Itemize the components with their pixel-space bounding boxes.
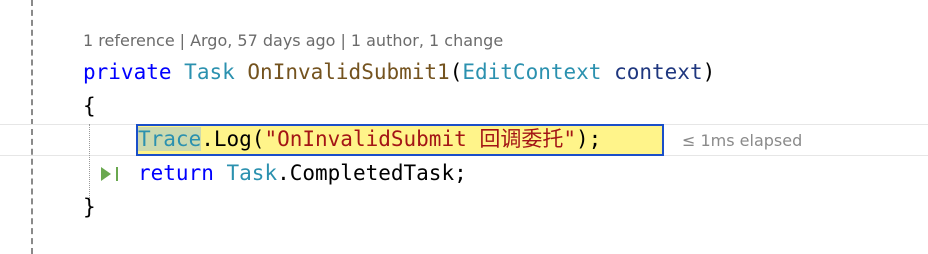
- code-line-open-brace[interactable]: {: [83, 91, 96, 121]
- codelens-authors[interactable]: 1 author, 1 change: [351, 31, 503, 50]
- code-line-trace-log[interactable]: Trace.Log("OnInvalidSubmit 回调委托");: [138, 124, 601, 154]
- run-to-click-icon[interactable]: [99, 164, 121, 184]
- codelens-separator: |: [340, 31, 346, 50]
- trace-class: Trace: [138, 127, 202, 151]
- type-task: Task: [184, 60, 235, 84]
- param-type: EditContext: [462, 60, 602, 84]
- code-line-close-brace[interactable]: }: [83, 192, 96, 222]
- log-call: .Log(: [201, 127, 265, 151]
- completed-task: .CompletedTask;: [277, 161, 467, 185]
- codelens-bar: 1 reference | Argo, 57 days ago | 1 author, …: [83, 31, 503, 50]
- code-line-method-signature[interactable]: private Task OnInvalidSubmit1(EditContex…: [83, 57, 715, 87]
- statement-end: );: [576, 127, 602, 151]
- keyword-return: return: [138, 161, 214, 185]
- code-editor[interactable]: 1 reference | Argo, 57 days ago | 1 author, …: [0, 0, 928, 254]
- code-line-return[interactable]: return Task.CompletedTask;: [138, 158, 467, 188]
- param-name: context: [614, 60, 703, 84]
- string-literal: "OnInvalidSubmit 回调委托": [264, 127, 577, 151]
- perf-tip[interactable]: ≤ 1ms elapsed: [682, 131, 802, 150]
- type-task: Task: [226, 161, 278, 185]
- codelens-blame[interactable]: Argo, 57 days ago: [190, 31, 335, 50]
- open-paren: (: [449, 60, 463, 84]
- close-paren: ): [702, 60, 716, 84]
- codelens-separator: |: [179, 31, 186, 50]
- codelens-references[interactable]: 1 reference: [83, 31, 175, 50]
- method-name: OnInvalidSubmit1: [247, 60, 450, 84]
- keyword-private: private: [83, 60, 172, 84]
